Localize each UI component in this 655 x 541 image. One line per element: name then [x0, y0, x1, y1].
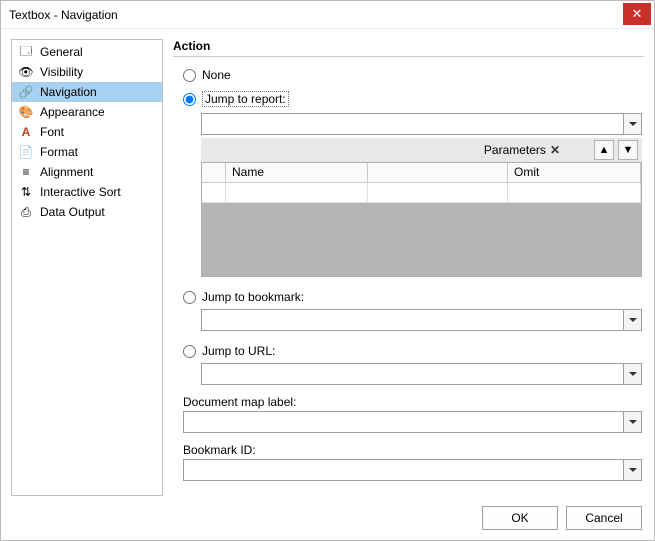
radio-jump-report[interactable] [183, 93, 196, 106]
dialog-footer: OK Cancel [1, 496, 654, 540]
format-icon: 📄 [18, 144, 34, 160]
grid-col-name: Name [226, 163, 368, 182]
appearance-icon: 🎨 [18, 104, 34, 120]
alignment-icon: ≡ [18, 164, 34, 180]
dropdown-icon[interactable] [623, 460, 641, 480]
parameters-grid[interactable]: Name Omit [201, 162, 642, 277]
navigation-icon: 🔗 [18, 84, 34, 100]
grid-col-rowheader [202, 163, 226, 182]
sidebar-item-font[interactable]: A Font [12, 122, 162, 142]
dropdown-icon[interactable] [623, 114, 641, 134]
interactive-sort-icon: ⇅ [18, 184, 34, 200]
dropdown-icon[interactable] [623, 364, 641, 384]
sidebar-item-label: Font [40, 125, 64, 139]
visibility-icon: 👁 [18, 64, 34, 80]
font-icon: A [18, 124, 34, 140]
radio-none-label: None [202, 68, 231, 82]
move-down-button[interactable]: ▼ [618, 140, 638, 160]
close-button[interactable]: ✕ [623, 3, 651, 25]
sidebar-item-general[interactable]: 🗔 General [12, 42, 162, 62]
category-sidebar: 🗔 General 👁 Visibility 🔗 Navigation 🎨 Ap… [11, 39, 163, 496]
grid-body [202, 203, 641, 276]
sidebar-item-label: General [40, 45, 83, 59]
data-output-icon: ⎙ [18, 204, 34, 220]
grid-header: Name Omit [202, 163, 641, 183]
radio-jump-bookmark-label: Jump to bookmark: [202, 290, 304, 304]
sidebar-item-visibility[interactable]: 👁 Visibility [12, 62, 162, 82]
window-title: Textbox - Navigation [9, 8, 623, 22]
radio-none-row[interactable]: None [183, 65, 642, 85]
sidebar-item-label: Format [40, 145, 78, 159]
doc-map-combo[interactable] [183, 411, 642, 433]
dropdown-icon[interactable] [623, 412, 641, 432]
radio-jump-url-label: Jump to URL: [202, 344, 275, 358]
bookmark-id-label: Bookmark ID: [183, 443, 642, 457]
grid-new-row[interactable] [202, 183, 641, 203]
sidebar-item-alignment[interactable]: ≡ Alignment [12, 162, 162, 182]
sidebar-item-data-output[interactable]: ⎙ Data Output [12, 202, 162, 222]
general-icon: 🗔 [18, 44, 34, 60]
sidebar-item-format[interactable]: 📄 Format [12, 142, 162, 162]
sidebar-item-navigation[interactable]: 🔗 Navigation [12, 82, 162, 102]
sidebar-item-label: Visibility [40, 65, 83, 79]
dialog-window: Textbox - Navigation ✕ 🗔 General 👁 Visib… [0, 0, 655, 541]
section-divider [173, 56, 644, 57]
jump-bookmark-combo[interactable] [201, 309, 642, 331]
main-panel: Action None Jump to report: [173, 39, 644, 496]
parameters-toolbar: Parameters ✕ ▲ ▼ [201, 138, 642, 162]
delete-icon[interactable]: ✕ [550, 143, 560, 157]
radio-jump-url[interactable] [183, 345, 196, 358]
radio-jump-report-label: Jump to report: [202, 91, 289, 107]
sidebar-item-label: Alignment [40, 165, 93, 179]
move-up-button[interactable]: ▲ [594, 140, 614, 160]
sidebar-item-label: Navigation [40, 85, 97, 99]
grid-col-omit: Omit [508, 163, 641, 182]
radio-jump-bookmark-row[interactable]: Jump to bookmark: [183, 287, 642, 307]
radio-jump-url-row[interactable]: Jump to URL: [183, 341, 642, 361]
sidebar-item-interactive-sort[interactable]: ⇅ Interactive Sort [12, 182, 162, 202]
dropdown-icon[interactable] [623, 310, 641, 330]
jump-url-combo[interactable] [201, 363, 642, 385]
grid-col-value [368, 163, 508, 182]
sidebar-item-label: Data Output [40, 205, 105, 219]
jump-report-combo[interactable] [201, 113, 642, 135]
cancel-button[interactable]: Cancel [566, 506, 642, 530]
radio-none[interactable] [183, 69, 196, 82]
radio-jump-bookmark[interactable] [183, 291, 196, 304]
parameters-label: Parameters [484, 143, 546, 157]
doc-map-label: Document map label: [183, 395, 642, 409]
ok-button[interactable]: OK [482, 506, 558, 530]
sidebar-item-label: Interactive Sort [40, 185, 121, 199]
titlebar: Textbox - Navigation ✕ [1, 1, 654, 29]
bookmark-id-combo[interactable] [183, 459, 642, 481]
sidebar-item-appearance[interactable]: 🎨 Appearance [12, 102, 162, 122]
action-heading: Action [173, 39, 644, 53]
sidebar-item-label: Appearance [40, 105, 105, 119]
radio-jump-report-row[interactable]: Jump to report: [183, 89, 642, 109]
